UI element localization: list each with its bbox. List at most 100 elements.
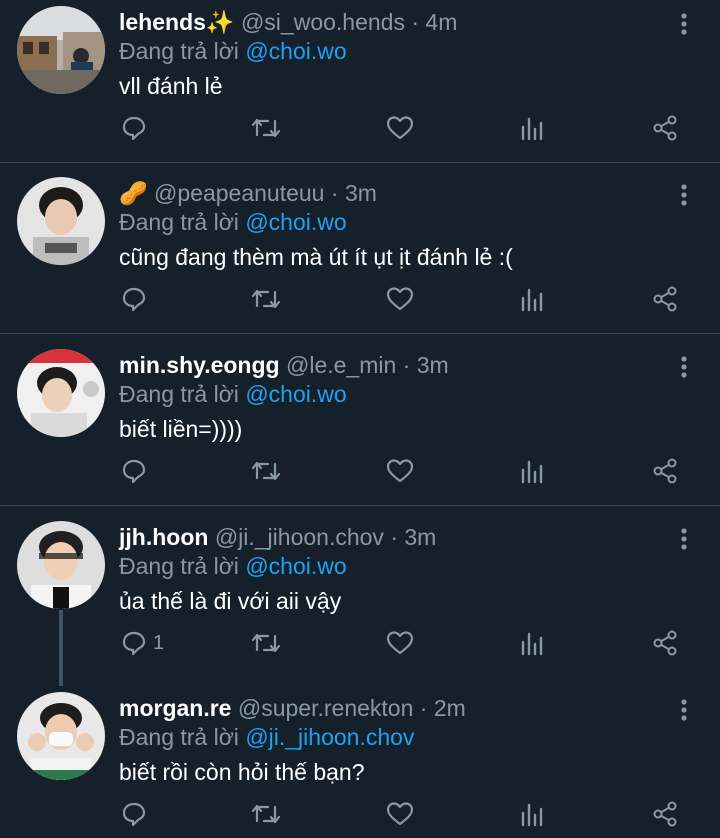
- avatar[interactable]: [17, 177, 105, 265]
- reply-icon: [121, 115, 147, 141]
- user-handle[interactable]: @le.e_min: [286, 352, 396, 378]
- reply-icon: [121, 286, 147, 312]
- like-button[interactable]: [386, 275, 414, 323]
- user-handle[interactable]: @ji._jihoon.chov: [215, 524, 384, 550]
- display-name[interactable]: lehends✨: [119, 9, 235, 35]
- stats-icon: [519, 801, 543, 827]
- retweet-button[interactable]: [251, 790, 281, 838]
- stats-icon: [519, 630, 543, 656]
- retweet-button[interactable]: [251, 275, 281, 323]
- retweet-button[interactable]: [251, 447, 281, 495]
- tweet-actions: [0, 275, 720, 323]
- reply-icon: [121, 630, 147, 656]
- share-button[interactable]: [652, 447, 678, 495]
- tweet[interactable]: min.shy.eongg @le.e_min · 3m Đang trả lờ…: [0, 347, 720, 505]
- retweet-icon: [251, 458, 281, 484]
- timestamp[interactable]: 3m: [417, 352, 449, 378]
- replying-to: Đang trả lời @choi.wo: [119, 33, 347, 69]
- tweet[interactable]: jjh.hoon @ji._jihoon.chov · 3m Đang trả …: [0, 519, 720, 677]
- stats-button[interactable]: [519, 275, 543, 323]
- share-button[interactable]: [652, 275, 678, 323]
- reply-button[interactable]: [121, 447, 153, 495]
- more-vertical-icon[interactable]: [672, 355, 696, 383]
- user-handle[interactable]: @si_woo.hends: [241, 9, 405, 35]
- tweet[interactable]: lehends✨ @si_woo.hends · 4m Đang trả lời…: [0, 4, 720, 162]
- display-name[interactable]: jjh.hoon: [119, 524, 208, 550]
- timestamp[interactable]: 4m: [425, 9, 457, 35]
- avatar[interactable]: [17, 349, 105, 437]
- stats-button[interactable]: [519, 790, 543, 838]
- like-button[interactable]: [386, 447, 414, 495]
- timestamp[interactable]: 3m: [345, 180, 377, 206]
- heart-icon: [386, 115, 414, 141]
- more-vertical-icon[interactable]: [672, 12, 696, 40]
- avatar[interactable]: [17, 692, 105, 780]
- share-button[interactable]: [652, 104, 678, 152]
- divider: [0, 162, 720, 163]
- reply-prefix: Đang trả lời: [119, 381, 239, 407]
- mention-link[interactable]: @choi.wo: [245, 38, 346, 64]
- like-button[interactable]: [386, 104, 414, 152]
- share-button[interactable]: [652, 619, 678, 667]
- retweet-icon: [251, 286, 281, 312]
- share-icon: [652, 801, 678, 827]
- share-icon: [652, 286, 678, 312]
- heart-icon: [386, 801, 414, 827]
- tweet[interactable]: 🥜 @peapeanuteuu · 3m Đang trả lời @choi.…: [0, 175, 720, 333]
- mention-link[interactable]: @choi.wo: [245, 381, 346, 407]
- avatar[interactable]: [17, 521, 105, 609]
- tweet-actions: [0, 447, 720, 495]
- like-button[interactable]: [386, 619, 414, 667]
- mention-link[interactable]: @choi.wo: [245, 553, 346, 579]
- retweet-icon: [251, 630, 281, 656]
- reply-button[interactable]: [121, 104, 153, 152]
- tweet-actions: [0, 104, 720, 152]
- timestamp[interactable]: 3m: [404, 524, 436, 550]
- mention-link[interactable]: @choi.wo: [245, 209, 346, 235]
- share-icon: [652, 458, 678, 484]
- reply-button[interactable]: 1: [121, 619, 164, 667]
- retweet-icon: [251, 801, 281, 827]
- reply-prefix: Đang trả lời: [119, 724, 239, 750]
- replying-to: Đang trả lời @choi.wo: [119, 376, 347, 412]
- reply-icon: [121, 458, 147, 484]
- separator-dot: ·: [411, 9, 420, 35]
- more-vertical-icon[interactable]: [672, 698, 696, 726]
- tweet-text: biết liền=)))): [119, 416, 243, 442]
- reply-prefix: Đang trả lời: [119, 209, 239, 235]
- replying-to: Đang trả lời @ji._jihoon.chov: [119, 719, 414, 755]
- stats-button[interactable]: [519, 619, 543, 667]
- reply-button[interactable]: [121, 275, 153, 323]
- heart-icon: [386, 286, 414, 312]
- more-vertical-icon[interactable]: [672, 527, 696, 555]
- user-handle[interactable]: @super.renekton: [238, 695, 414, 721]
- tweet[interactable]: morgan.re @super.renekton · 2m Đang trả …: [0, 690, 720, 838]
- stats-button[interactable]: [519, 104, 543, 152]
- heart-icon: [386, 630, 414, 656]
- tweet-actions: 1: [0, 619, 720, 667]
- tweet-text: cũng đang thèm mà út ít ụt ịt đánh lẻ :(: [119, 244, 513, 270]
- share-button[interactable]: [652, 790, 678, 838]
- retweet-button[interactable]: [251, 104, 281, 152]
- reply-button[interactable]: [121, 790, 153, 838]
- reply-prefix: Đang trả lời: [119, 553, 239, 579]
- stats-button[interactable]: [519, 447, 543, 495]
- display-name[interactable]: 🥜: [119, 180, 148, 206]
- tweet-text: biết rồi còn hỏi thế bạn?: [119, 759, 365, 785]
- tweet-actions: [0, 790, 720, 838]
- retweet-icon: [251, 115, 281, 141]
- reply-count: 1: [153, 631, 165, 654]
- separator-dot: ·: [390, 524, 398, 550]
- more-vertical-icon[interactable]: [672, 183, 696, 211]
- tweet-text: vll đánh lẻ: [119, 73, 223, 99]
- like-button[interactable]: [386, 790, 414, 838]
- reply-prefix: Đang trả lời: [119, 38, 239, 64]
- user-handle[interactable]: @peapeanuteuu: [154, 180, 324, 206]
- timestamp[interactable]: 2m: [434, 695, 466, 721]
- display-name[interactable]: min.shy.eongg: [119, 352, 280, 378]
- divider: [0, 333, 720, 334]
- display-name[interactable]: morgan.re: [119, 695, 231, 721]
- mention-link[interactable]: @ji._jihoon.chov: [245, 724, 414, 750]
- avatar[interactable]: [17, 6, 105, 94]
- retweet-button[interactable]: [251, 619, 281, 667]
